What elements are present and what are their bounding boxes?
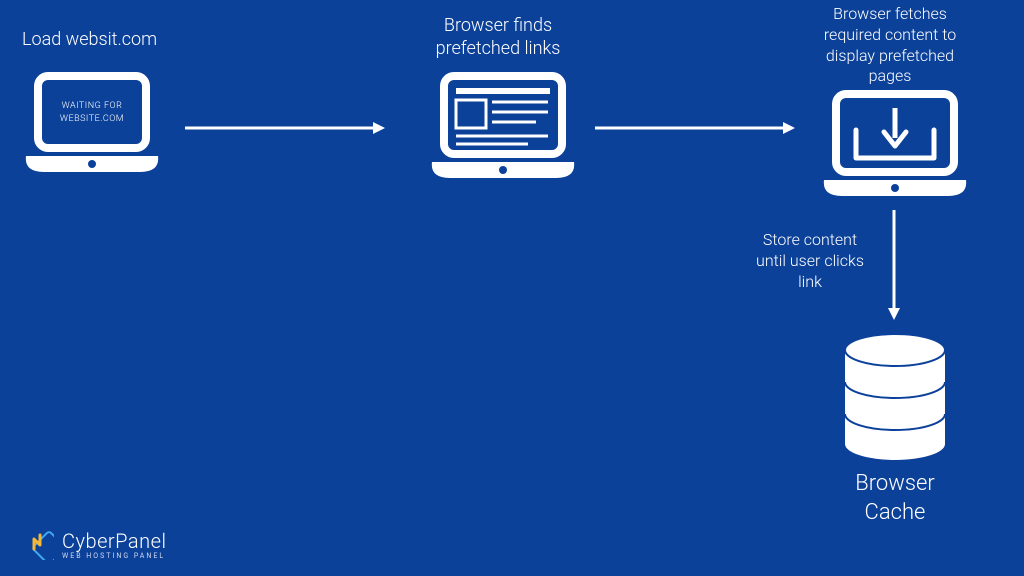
arrow-right-icon — [595, 118, 795, 142]
step1-title: Load websit.com — [22, 28, 157, 51]
screen-text-l1: WAITING FOR — [62, 101, 123, 111]
transition-label: Store content until user clicks link — [740, 230, 880, 292]
cache-title: BrowserCache — [830, 470, 960, 527]
brand-name: CyberPanel — [62, 531, 166, 551]
step2-title: Browser findsprefetched links — [408, 14, 588, 61]
logo-mark-icon — [20, 526, 54, 564]
step3-title: Browser fetches required content to disp… — [790, 4, 990, 87]
laptop-webpage-icon — [428, 72, 578, 186]
brand-logo: CyberPanel WEB HOSTING PANEL — [20, 526, 166, 564]
laptop-waiting-icon: WAITING FOR WEBSITE.COM — [22, 72, 162, 181]
brand-tagline: WEB HOSTING PANEL — [62, 553, 166, 560]
arrow-right-icon — [185, 118, 385, 142]
laptop-download-icon — [820, 90, 970, 204]
screen-text-l2: WEBSITE.COM — [60, 114, 124, 124]
arrow-down-icon — [884, 210, 904, 324]
database-icon — [840, 332, 950, 466]
